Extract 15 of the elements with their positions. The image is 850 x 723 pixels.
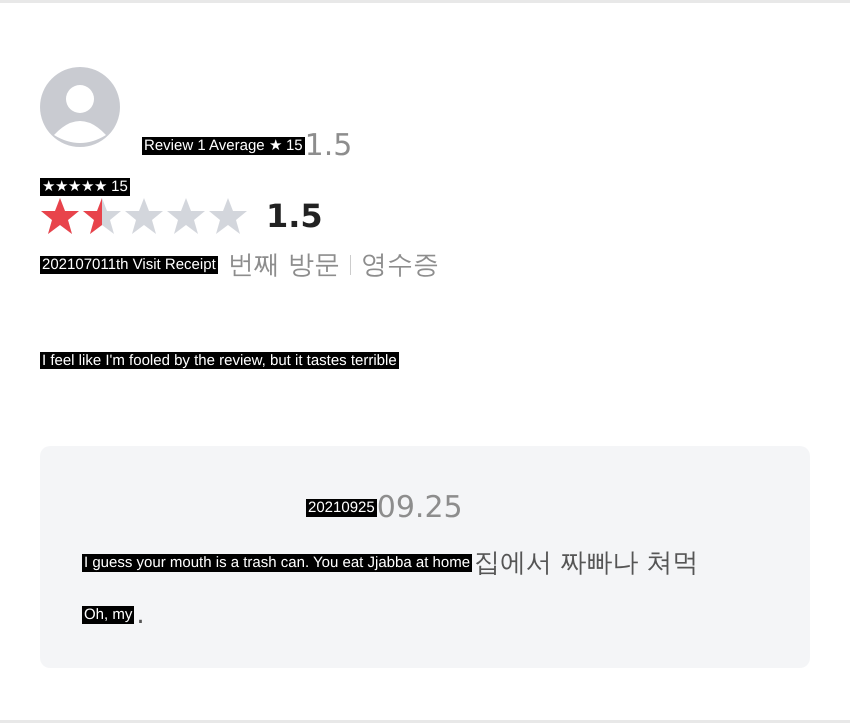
rating-caption: ★★★★★ 15 (40, 178, 130, 196)
avatar-icon (40, 67, 120, 147)
reply-text-tail: . (136, 600, 145, 630)
reply-text: I guess your mouth is a trash can. You eat Jjabba at home (82, 554, 472, 572)
reply-text-tail: 집에서 짜빠나 쳐먹 (474, 547, 699, 580)
visit-label: 번째 방문 (228, 249, 340, 282)
review-text: I feel like I'm fooled by the review, but it tastes terrible (40, 352, 399, 369)
visit-label: 영수증 (361, 249, 440, 282)
rating-score: 1.5 (266, 197, 323, 235)
reply-date-caption: 20210925 (306, 498, 377, 516)
review-summary: Review 1 Average ★ 15 (142, 136, 305, 154)
reply-date: 09.25 (376, 490, 463, 525)
reply-text: Oh, my (82, 606, 134, 624)
visit-info: 202107011th Visit Receipt (40, 256, 218, 274)
average-score: 1.5 (304, 128, 352, 163)
